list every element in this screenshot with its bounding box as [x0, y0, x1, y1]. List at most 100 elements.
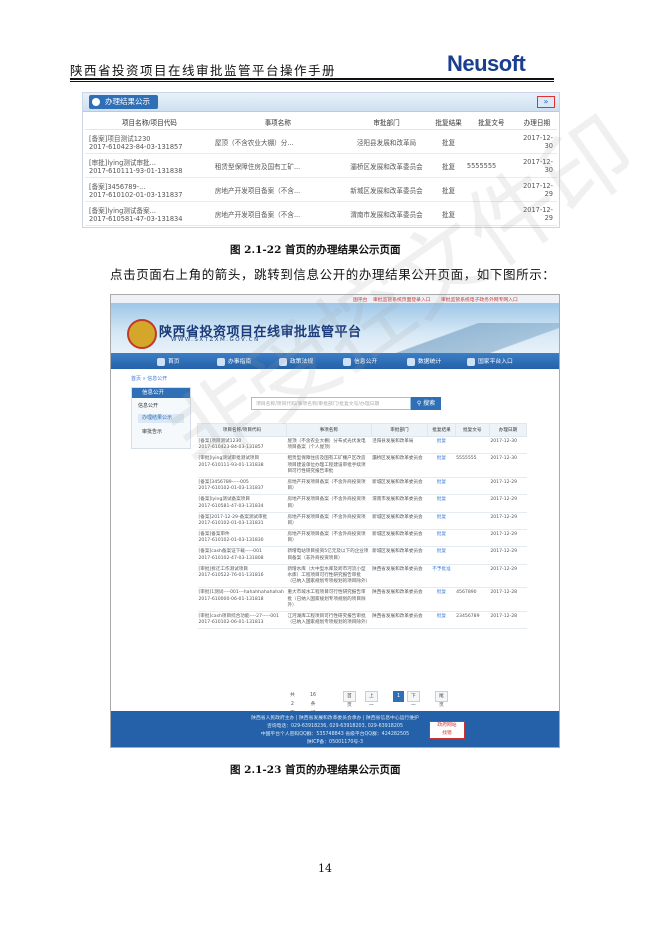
search-icon: ⚲: [416, 400, 422, 407]
dept: 新城区发展和改革委员会: [371, 512, 428, 531]
panel-titlebar: 办理结果公示 »: [83, 93, 559, 112]
dept: 灞桥区发展和改革委员会: [371, 453, 428, 478]
project-name[interactable]: [审批]1测试----001---hahahhahahahah: [199, 590, 286, 596]
table-row[interactable]: [审批]拆迁工作测试项目 2017-610522-76-01-131816 新增水库…: [197, 564, 527, 589]
table-row[interactable]: [备案]cash备案证下载-----001 2017-610102-47-03-1…: [197, 546, 527, 565]
nav-national-platform[interactable]: 国家平台入口: [467, 356, 513, 366]
project-name[interactable]: [备案]3456789-...: [89, 181, 213, 191]
dept: 陕西省发展和改革委员会: [371, 587, 428, 612]
project-cell[interactable]: [审批]lying测试审批... 2017-610111-93-01-131838: [85, 153, 214, 178]
column-header: 办理日期: [488, 423, 528, 437]
result: 批复: [427, 546, 456, 565]
project-code: 2017-610102-01-03-131831: [198, 520, 264, 526]
date: 2017-12-30: [489, 453, 527, 478]
project-cell[interactable]: [备案]lying测试备案... 2017-610581-47-03-131834: [85, 201, 214, 226]
table-row[interactable]: [备案]lying测试备案项目 2017-610581-47-03-131834 房…: [197, 494, 527, 513]
item-name: 房地产开发项目备案（不含...: [213, 177, 342, 202]
page-total: 共2页: [290, 693, 295, 716]
column-header: 批复文号: [465, 115, 517, 130]
column-header: 项目名称/项目代码: [85, 115, 214, 130]
date: 2017-12-29: [489, 529, 527, 548]
result: 批复: [427, 494, 456, 513]
column-header: 批复结果: [427, 423, 456, 437]
doc-number: [455, 512, 490, 531]
result: 批复: [427, 477, 456, 496]
last-page-button[interactable]: 尾页: [435, 691, 448, 708]
sidebar-item-approval-notice[interactable]: 审批告示: [142, 428, 162, 435]
result: 批复: [427, 587, 456, 612]
project-cell[interactable]: [备案]cash备案证下载-----001 2017-610102-47-03-1…: [197, 546, 287, 565]
table-row[interactable]: [审批]1测试----001---hahahhahahahah 2017-6100…: [197, 587, 527, 612]
footer-line: 陕西省人民政府主办 | 陕西省发展和改革委员会承办 | 陕西省信息中心运行维护: [251, 716, 419, 721]
project-cell[interactable]: [备案]2017-12-29-备案测试审批 2017-610102-01-03-1…: [197, 512, 287, 531]
project-code: 2017-610102-01-03-131837: [89, 190, 183, 199]
item-name: 房地产开发项目备案（不含...: [213, 201, 342, 226]
project-code: 2017-610000-06-01-131818: [198, 596, 264, 602]
dept: 泾阳县发展和改革局: [371, 436, 428, 455]
figure2-caption: 图 2.1-23 首页的办理结果公示页面: [230, 764, 401, 776]
project-cell[interactable]: [备案]lying测试备案项目 2017-610581-47-03-131834: [197, 494, 287, 513]
project-code: 2017-610522-76-01-131816: [198, 573, 264, 578]
result: 批复: [427, 529, 456, 548]
footer-line: 咨询电话：029-63918236, 029-63918203, 029-639…: [267, 724, 403, 729]
column-header: 批复结果: [431, 115, 466, 130]
page-number: 14: [318, 862, 332, 875]
table-row[interactable]: [备案]备案审件 2017-610102-01-03-131830 房地产开发项目备…: [197, 529, 527, 548]
project-cell[interactable]: [备案]3456789-... 2017-610102-01-03-131837: [85, 177, 214, 202]
column-header: 批复文号: [454, 423, 490, 437]
doc-number: [455, 546, 490, 565]
project-code: 2017-610111-93-01-131838: [89, 166, 183, 175]
project-code: 2017-610102-06-01-131813: [198, 620, 264, 626]
next-page-button[interactable]: 下一页: [407, 691, 420, 717]
item-name: 屋顶（不含农业大棚）分...: [213, 129, 342, 154]
item-name: 新增电站项目投资5亿元及以下的企业项目备案（非外商投资项目）: [286, 546, 372, 565]
project-cell[interactable]: [审批]1测试----001---hahahhahahahah 2017-6100…: [197, 587, 287, 612]
project-cell[interactable]: [备案]项目测试1230 2017-610423-84-03-131857: [85, 129, 214, 154]
dept: 泾阳县发展和改革局: [341, 129, 432, 154]
item-name: 重大市域水工程项目可行性研究报告审批（已纳入国家规划专项规划的项目除外）: [286, 587, 372, 612]
result: 批复: [427, 611, 456, 630]
prev-page-button[interactable]: 上一页: [365, 691, 378, 717]
record-count: 16条记录: [310, 693, 317, 725]
table-row[interactable]: [审批]cash项目综合功能----27-----001 2017-610102-…: [197, 611, 527, 630]
dept: 陕西省发展和改革委员会: [371, 564, 428, 589]
table-row[interactable]: [备案]3456789-----005 2017-610102-01-03-131…: [197, 477, 527, 496]
first-page-button[interactable]: 首页: [343, 691, 356, 708]
item-name: 房地产开发项目备案（不含外商投资项目）: [286, 494, 372, 513]
project-cell[interactable]: [备案]备案审件 2017-610102-01-03-131830: [197, 529, 287, 548]
date: 2017-12-29: [489, 564, 527, 589]
nav-label: 国家平台入口: [478, 359, 513, 365]
project-name[interactable]: [备案]项目测试1230: [89, 133, 213, 143]
result: 批复: [431, 129, 466, 154]
bulletin-icon: [92, 98, 100, 106]
dept: 新城区发展和改革委员会: [371, 529, 428, 548]
project-cell[interactable]: [审批]cash项目综合功能----27-----001 2017-610102-…: [197, 611, 287, 630]
result: 批复: [427, 453, 456, 478]
item-name: 租赁型保障住房及国有工矿...: [213, 153, 342, 178]
date: 2017-12-29: [489, 477, 527, 496]
page-1-button[interactable]: 1: [393, 691, 405, 702]
gov-site-badge[interactable]: 政府网站 找错: [429, 721, 465, 739]
table-row[interactable]: [备案]2017-12-29-备案测试审批 2017-610102-01-03-1…: [197, 512, 527, 531]
search-button[interactable]: ⚲ 搜索: [411, 397, 441, 410]
project-code: 2017-610581-47-03-131834: [89, 214, 183, 223]
column-header: 审批部门: [370, 423, 429, 437]
panel-title-tab: 办理结果公示: [89, 95, 158, 109]
dept: 新城区发展和改革委员会: [371, 546, 428, 565]
project-code: 2017-610102-01-03-131830: [198, 538, 264, 544]
project-code: 2017-610581-47-03-131834: [198, 503, 264, 509]
column-header: 事项名称: [213, 115, 342, 130]
doc-number: [455, 477, 490, 496]
project-code: 2017-610423-84-03-131857: [89, 142, 183, 151]
doc-number: 4567890: [455, 587, 490, 612]
date: 2017-12-29: [489, 494, 527, 513]
date: 2017-12-29: [489, 546, 527, 565]
badge-line: 找错: [442, 731, 452, 736]
project-cell[interactable]: [审批]拆迁工作测试项目 2017-610522-76-01-131816: [197, 564, 287, 589]
project-name[interactable]: [备案]lying测试备案...: [89, 205, 213, 215]
date: 2017-12-28: [489, 611, 527, 630]
project-name[interactable]: [审批]lying测试审批...: [89, 157, 213, 167]
header-rule-thin: [70, 81, 554, 82]
column-header: 审批部门: [341, 115, 432, 130]
item-name: 房地产开发项目备案（不含外商投资项目）: [286, 477, 372, 496]
